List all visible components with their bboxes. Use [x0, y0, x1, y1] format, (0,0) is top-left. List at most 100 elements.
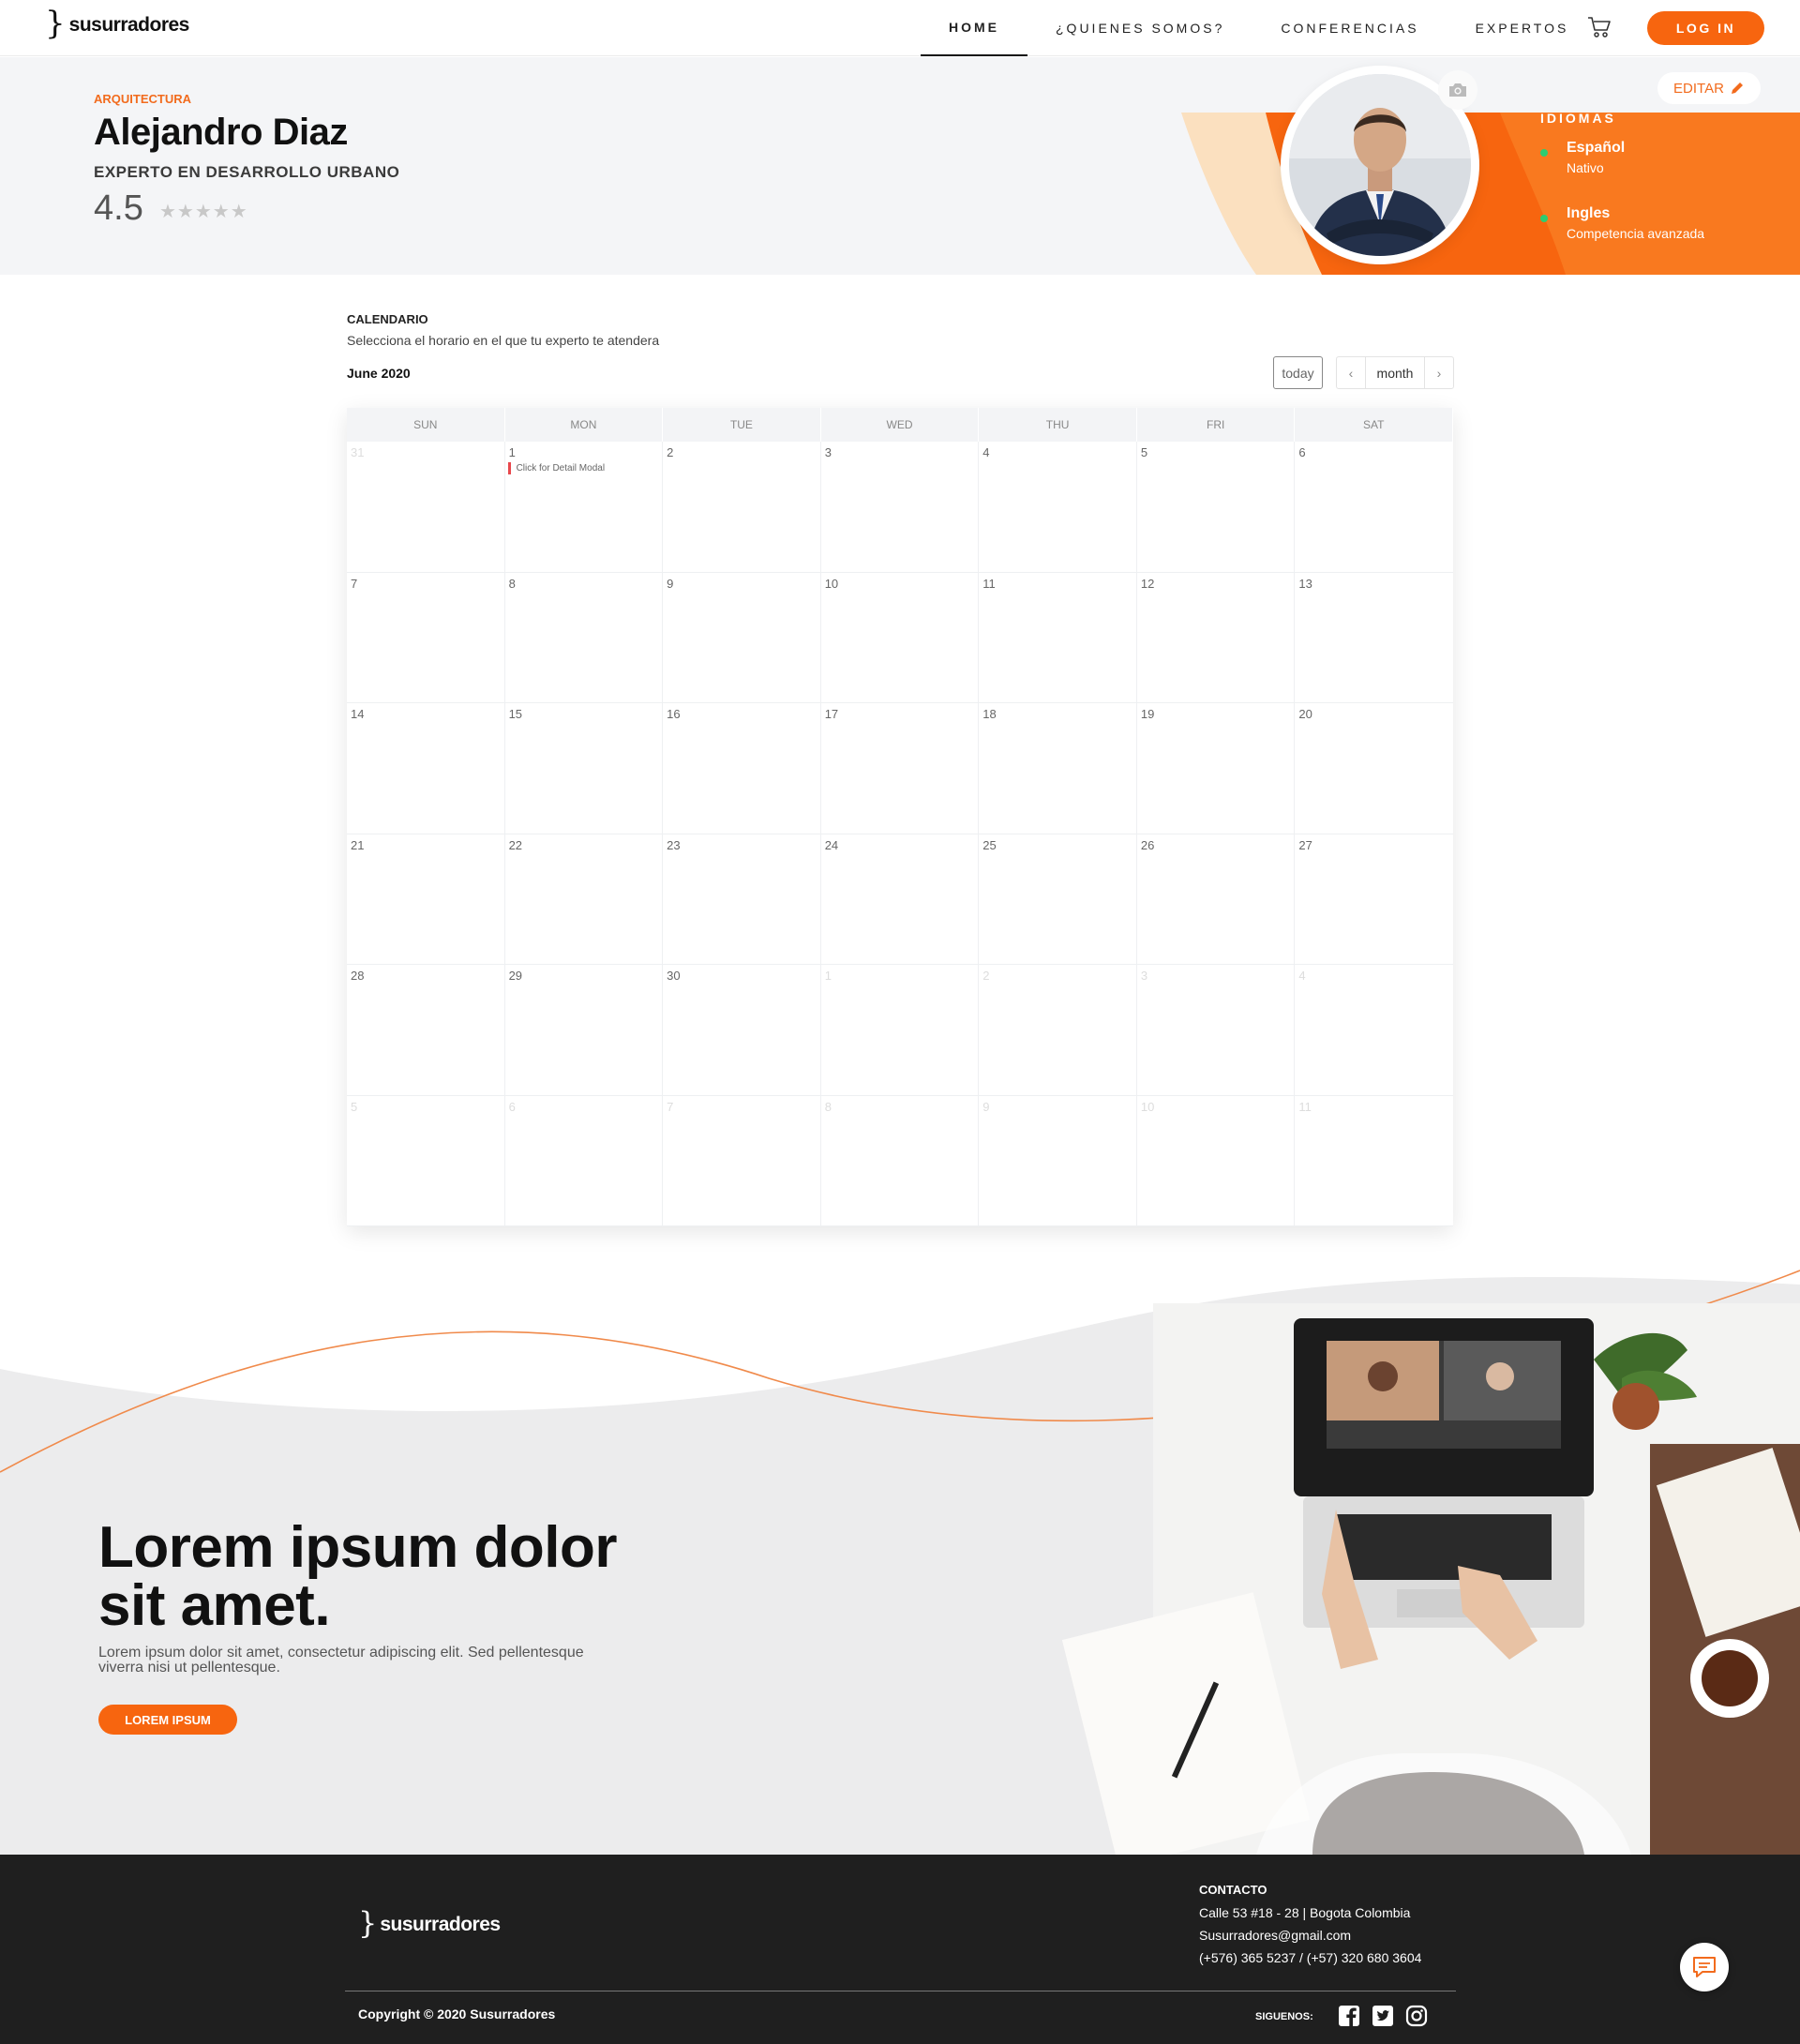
calendar-day-cell[interactable]: 7 — [347, 572, 505, 703]
calendar-month-label: June 2020 — [347, 366, 411, 381]
weekday-thu: THU — [979, 408, 1137, 442]
footer-logo[interactable]: } susurradores — [358, 1907, 501, 1939]
day-number: 9 — [667, 576, 674, 591]
calendar-day-cell[interactable]: 16 — [663, 703, 821, 834]
language-level: Competencia avanzada — [1567, 226, 1705, 241]
day-number: 21 — [351, 837, 365, 852]
calendar-nav-group: ‹ month › — [1336, 356, 1454, 389]
day-number: 7 — [667, 1099, 674, 1114]
day-number: 13 — [1298, 576, 1312, 591]
day-number: 7 — [351, 576, 358, 591]
calendar-day-cell[interactable]: 10 — [1136, 1095, 1296, 1226]
calendar-day-cell[interactable]: 2 — [979, 965, 1137, 1096]
calendar-day-cell[interactable]: 21 — [347, 834, 505, 965]
day-number: 19 — [1140, 707, 1155, 721]
calendar-day-cell[interactable]: 27 — [1295, 834, 1453, 965]
day-number: 11 — [982, 576, 996, 591]
day-number: 23 — [667, 837, 681, 852]
day-number: 12 — [1140, 576, 1155, 591]
nav-item-home[interactable]: HOME — [921, 0, 1028, 56]
edit-label: EDITAR — [1673, 80, 1724, 97]
expert-category: ARQUITECTURA — [94, 92, 191, 106]
calendar-day-cell[interactable]: 23 — [663, 834, 821, 965]
calendar-day-cell[interactable]: 5 — [347, 1095, 505, 1226]
day-number: 4 — [982, 445, 990, 459]
calendar-day-cell[interactable]: 20 — [1295, 703, 1453, 834]
facebook-icon[interactable] — [1338, 2005, 1362, 2029]
login-button[interactable]: LOG IN — [1647, 11, 1764, 45]
twitter-icon[interactable] — [1372, 2005, 1396, 2029]
day-number: 6 — [508, 1099, 516, 1114]
pencil-icon — [1731, 83, 1743, 94]
calendar-day-cell[interactable]: 22 — [504, 834, 664, 965]
day-number: 27 — [1298, 837, 1312, 852]
weekday-sun: SUN — [347, 408, 505, 442]
nav-item-expertos[interactable]: EXPERTOS — [1448, 0, 1598, 56]
calendar-day-cell[interactable]: 1 — [820, 965, 980, 1096]
day-number: 5 — [351, 1099, 358, 1114]
calendar-day-cell[interactable]: 2 — [663, 442, 821, 573]
calendar-event[interactable]: Click for Detail Modal — [507, 462, 605, 474]
calendar-day-cell[interactable]: 25 — [979, 834, 1137, 965]
calendar-day-cell[interactable]: 7 — [663, 1095, 821, 1226]
weekday-wed: WED — [821, 408, 980, 442]
calendar-day-cell[interactable]: 11 — [979, 572, 1137, 703]
calendar-day-cell[interactable]: 30 — [663, 965, 821, 1096]
calendar-day-cell[interactable]: 3 — [820, 442, 980, 573]
camera-icon[interactable] — [1438, 70, 1478, 110]
calendar-day-cell[interactable]: 4 — [1295, 965, 1453, 1096]
calendar-day-cell[interactable]: 15 — [504, 703, 664, 834]
today-button[interactable]: today — [1273, 356, 1323, 389]
language-name: Ingles — [1567, 205, 1611, 221]
promo-title: Lorem ipsum dolor sit amet. — [98, 1519, 617, 1635]
calendar-day-cell[interactable]: 5 — [1136, 442, 1296, 573]
edit-profile-button[interactable]: EDITAR — [1658, 72, 1761, 104]
calendar-day-cell[interactable]: 6 — [504, 1095, 664, 1226]
month-view-button[interactable]: month — [1365, 357, 1425, 388]
day-number: 6 — [1298, 445, 1306, 459]
brand-logo[interactable]: } susurradores — [45, 8, 189, 39]
weekday-header: SUN MON TUE WED THU FRI SAT — [347, 408, 1454, 442]
calendar-day-cell[interactable]: 18 — [979, 703, 1137, 834]
calendar-day-cell[interactable]: 4 — [979, 442, 1137, 573]
day-number: 3 — [1140, 969, 1148, 983]
calendar-day-cell[interactable]: 31 — [347, 442, 505, 573]
calendar-day-cell[interactable]: 17 — [820, 703, 980, 834]
chevron-left-icon[interactable]: ‹ — [1337, 357, 1365, 388]
calendar-day-cell[interactable]: 6 — [1295, 442, 1453, 573]
footer: } susurradores CONTACTO Calle 53 #18 - 2… — [0, 1855, 1800, 2044]
calendar-day-cell[interactable]: 11 — [1295, 1096, 1453, 1226]
day-number: 10 — [824, 576, 839, 591]
calendar-heading: CALENDARIO — [347, 312, 428, 326]
calendar-day-cell[interactable]: 1 Click for Detail Modal — [504, 442, 664, 573]
calendar-day-cell[interactable]: 13 — [1295, 573, 1453, 703]
calendar-day-cell[interactable]: 26 — [1136, 834, 1296, 965]
day-number: 18 — [982, 707, 997, 721]
rating-stars: ★★★★★ — [159, 202, 248, 222]
calendar-day-cell[interactable]: 12 — [1136, 572, 1296, 703]
promo-button[interactable]: LOREM IPSUM — [98, 1705, 237, 1735]
calendar-day-cell[interactable]: 8 — [820, 1095, 980, 1226]
shopping-cart-icon[interactable] — [1586, 15, 1612, 39]
calendar-day-cell[interactable]: 24 — [820, 834, 980, 965]
nav-item-conferencias[interactable]: CONFERENCIAS — [1252, 0, 1447, 56]
top-navbar: } susurradores HOME ¿QUIENES SOMOS? CONF… — [0, 0, 1800, 56]
calendar-day-cell[interactable]: 9 — [979, 1095, 1137, 1226]
calendar-day-cell[interactable]: 3 — [1136, 965, 1296, 1096]
calendar-day-cell[interactable]: 28 — [347, 965, 505, 1096]
promo-text: Lorem ipsum dolor sit amet, consectetur … — [98, 1645, 584, 1676]
calendar-day-cell[interactable]: 10 — [820, 572, 980, 703]
expert-title: EXPERTO EN DESARROLLO URBANO — [94, 163, 400, 181]
calendar-subtitle: Selecciona el horario en el que tu exper… — [347, 333, 660, 348]
calendar-day-cell[interactable]: 9 — [663, 572, 821, 703]
instagram-icon[interactable] — [1405, 2005, 1430, 2029]
calendar-day-cell[interactable]: 19 — [1136, 703, 1296, 834]
calendar-day-cell[interactable]: 14 — [347, 703, 505, 834]
chevron-right-icon[interactable]: › — [1425, 357, 1453, 388]
calendar-day-cell[interactable]: 29 — [504, 965, 664, 1096]
contact-email[interactable]: Susurradores@gmail.com — [1199, 1928, 1351, 1943]
chat-icon[interactable] — [1680, 1943, 1729, 1991]
nav-item-quienes-somos[interactable]: ¿QUIENES SOMOS? — [1028, 0, 1252, 56]
calendar-day-cell[interactable]: 8 — [504, 572, 664, 703]
expert-name: Alejandro Diaz — [94, 112, 348, 153]
